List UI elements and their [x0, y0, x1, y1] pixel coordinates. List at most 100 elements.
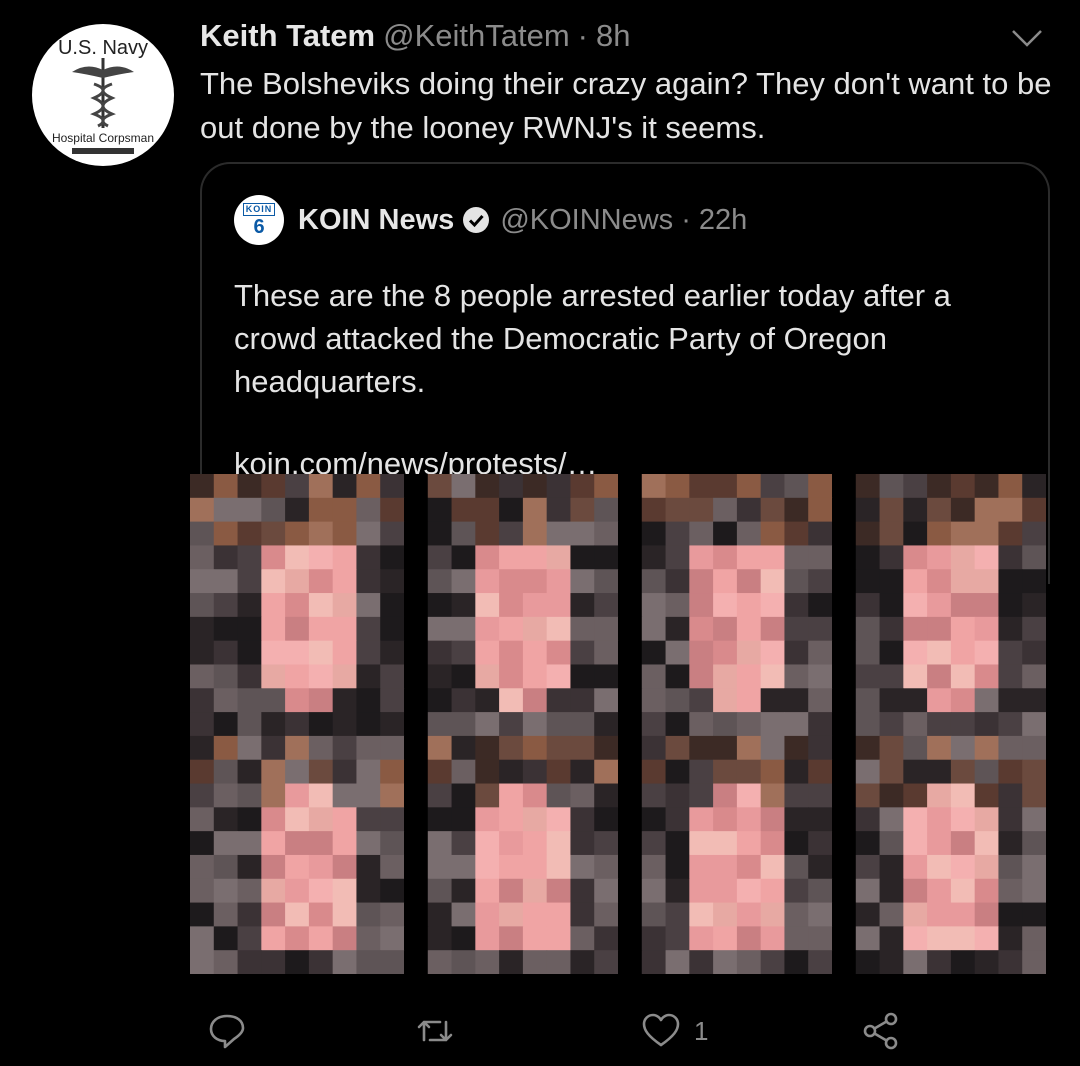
- mosaic-pixel: [760, 616, 785, 642]
- mosaic-pixel: [927, 640, 952, 665]
- mosaic-pixel: [927, 474, 952, 499]
- mosaic-pixel: [570, 569, 595, 594]
- mosaic-pixel: [594, 807, 619, 832]
- mosaic-pixel: [1022, 640, 1046, 665]
- mosaic-pixel: [713, 593, 738, 618]
- mosaic-pixel: [237, 616, 262, 642]
- mosaic-pixel: [855, 854, 881, 880]
- mosaic-pixel: [594, 712, 619, 737]
- mosaic-pixel: [427, 926, 453, 951]
- mosaic-pixel: [713, 664, 738, 689]
- mosaic-pixel: [903, 878, 928, 904]
- mosaic-pixel: [950, 950, 976, 974]
- mosaic-pixel: [713, 521, 738, 546]
- mosaic-pixel: [427, 807, 453, 832]
- mosaic-pixel: [237, 521, 262, 546]
- tweet-image[interactable]: [190, 474, 1046, 974]
- mosaic-pixel: [427, 497, 453, 523]
- retweet-button[interactable]: [414, 1006, 468, 1056]
- tweet-time[interactable]: 8h: [596, 18, 630, 53]
- mosaic-pixel: [237, 807, 262, 832]
- mosaic-pixel: [404, 593, 429, 618]
- mosaic-pixel: [760, 926, 785, 951]
- mosaic-pixel: [213, 759, 239, 785]
- like-button[interactable]: 1: [640, 1006, 708, 1056]
- mosaic-pixel: [879, 831, 904, 856]
- mosaic-pixel: [190, 545, 215, 570]
- mosaic-pixel: [760, 759, 785, 785]
- mosaic-pixel: [285, 688, 310, 713]
- share-button[interactable]: [860, 1006, 914, 1056]
- mosaic-pixel: [903, 688, 928, 713]
- mosaic-pixel: [950, 521, 976, 546]
- mosaic-pixel: [546, 831, 571, 856]
- mosaic-pixel: [903, 712, 928, 737]
- share-icon: [863, 1012, 898, 1050]
- mosaic-pixel: [261, 950, 286, 974]
- mosaic-pixel: [332, 616, 357, 642]
- author-avatar[interactable]: U.S. Navy Hospital Corpsman: [32, 24, 174, 166]
- mosaic-pixel: [927, 950, 952, 974]
- reply-button[interactable]: [206, 1006, 260, 1056]
- author-name[interactable]: Keith Tatem: [200, 18, 375, 54]
- mosaic-pixel: [689, 759, 714, 785]
- mosaic-pixel: [332, 759, 357, 785]
- mosaic-pixel: [570, 593, 595, 618]
- mosaic-pixel: [998, 474, 1023, 499]
- mosaic-pixel: [570, 854, 595, 880]
- mosaic-pixel: [427, 640, 453, 665]
- mosaic-pixel: [832, 616, 857, 642]
- mosaic-pixel: [641, 569, 667, 594]
- mosaic-pixel: [665, 831, 690, 856]
- mosaic-pixel: [736, 593, 762, 618]
- mosaic-pixel: [665, 902, 690, 927]
- mosaic-pixel: [665, 569, 690, 594]
- mosaic-pixel: [285, 640, 310, 665]
- mosaic-pixel: [475, 712, 500, 737]
- mosaic-pixel: [451, 688, 476, 713]
- mosaic-pixel: [903, 640, 928, 665]
- mosaic-pixel: [190, 593, 215, 618]
- mosaic-pixel: [736, 640, 762, 665]
- mosaic-pixel: [427, 712, 453, 737]
- mosaic-pixel: [641, 878, 667, 904]
- mosaic-pixel: [237, 902, 262, 927]
- mosaic-pixel: [332, 545, 357, 570]
- mosaic-pixel: [499, 545, 524, 570]
- mosaic-pixel: [618, 569, 643, 594]
- mosaic-pixel: [927, 735, 952, 761]
- mosaic-pixel: [974, 854, 999, 880]
- mosaic-pixel: [356, 759, 381, 785]
- mosaic-pixel: [879, 807, 904, 832]
- mosaic-pixel: [522, 926, 548, 951]
- mosaic-pixel: [499, 807, 524, 832]
- mosaic-pixel: [927, 783, 952, 808]
- mosaic-pixel: [689, 664, 714, 689]
- retweet-icon: [417, 1020, 453, 1042]
- mosaic-pixel: [832, 735, 857, 761]
- mosaic-pixel: [285, 569, 310, 594]
- mosaic-pixel: [380, 878, 405, 904]
- mosaic-pixel: [760, 640, 785, 665]
- author-handle[interactable]: @KeithTatem: [383, 18, 570, 53]
- koin-logo-avatar: KOIN 6: [234, 195, 284, 245]
- mosaic-pixel: [427, 854, 453, 880]
- mosaic-pixel: [974, 712, 999, 737]
- mosaic-pixel: [594, 569, 619, 594]
- chevron-down-icon[interactable]: [1010, 26, 1044, 50]
- mosaic-pixel: [689, 593, 714, 618]
- mosaic-pixel: [594, 545, 619, 570]
- mosaic-pixel: [475, 664, 500, 689]
- mosaic-pixel: [713, 688, 738, 713]
- mosaic-pixel: [1022, 474, 1046, 499]
- mosaic-pixel: [427, 521, 453, 546]
- mosaic-pixel: [950, 902, 976, 927]
- mosaic-pixel: [522, 878, 548, 904]
- mosaic-pixel: [594, 497, 619, 523]
- mosaic-pixel: [855, 545, 881, 570]
- mosaic-pixel: [404, 569, 429, 594]
- mosaic-pixel: [713, 497, 738, 523]
- mosaic-pixel: [546, 664, 571, 689]
- mosaic-pixel: [380, 640, 405, 665]
- mosaic-pixel: [903, 664, 928, 689]
